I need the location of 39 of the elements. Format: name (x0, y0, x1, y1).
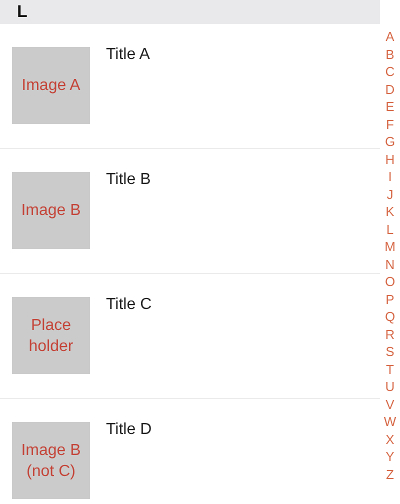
index-letter[interactable]: I (388, 168, 392, 186)
list-item[interactable]: Image A Title A (0, 24, 380, 149)
index-letter[interactable]: N (385, 256, 395, 273)
index-letter[interactable]: Y (386, 448, 394, 466)
index-letter[interactable]: O (384, 273, 396, 290)
index-letter[interactable]: A (386, 28, 394, 46)
index-letter[interactable]: P (386, 290, 394, 308)
index-letter[interactable]: M (384, 238, 396, 256)
index-letter[interactable]: K (386, 203, 394, 220)
index-letter[interactable]: V (386, 396, 394, 413)
list-item[interactable]: Place holder Title C (0, 274, 380, 399)
index-letter[interactable]: D (385, 80, 395, 98)
index-letter[interactable]: H (385, 150, 395, 168)
index-letter[interactable]: L (386, 220, 394, 238)
index-letter[interactable]: T (386, 360, 394, 378)
index-letter[interactable]: F (386, 116, 394, 133)
image-placeholder: Image B (not C) (12, 422, 90, 499)
index-letter[interactable]: R (385, 326, 395, 343)
index-letter[interactable]: G (384, 133, 396, 150)
list-item[interactable]: Image B Title B (0, 149, 380, 274)
image-placeholder: Place holder (12, 297, 90, 374)
index-letter[interactable]: Q (384, 308, 396, 326)
index-letter[interactable]: X (386, 430, 394, 448)
index-letter[interactable]: E (386, 98, 394, 116)
index-letter[interactable]: U (385, 378, 395, 396)
item-title: Title C (106, 296, 152, 315)
index-letter[interactable]: C (385, 63, 395, 80)
image-placeholder: Image A (12, 47, 90, 124)
index-letter[interactable]: J (386, 186, 394, 203)
list-item[interactable]: Image B (not C) Title D (0, 399, 380, 504)
index-letter[interactable]: B (386, 46, 394, 63)
index-letter[interactable]: W (384, 413, 396, 430)
index-letter[interactable]: S (386, 343, 394, 360)
item-title: Title A (106, 46, 150, 65)
item-title: Title B (106, 171, 151, 190)
item-title: Title D (106, 421, 152, 440)
index-letter[interactable]: Z (386, 466, 394, 483)
image-placeholder: Image B (12, 172, 90, 249)
section-header: L (0, 0, 380, 24)
